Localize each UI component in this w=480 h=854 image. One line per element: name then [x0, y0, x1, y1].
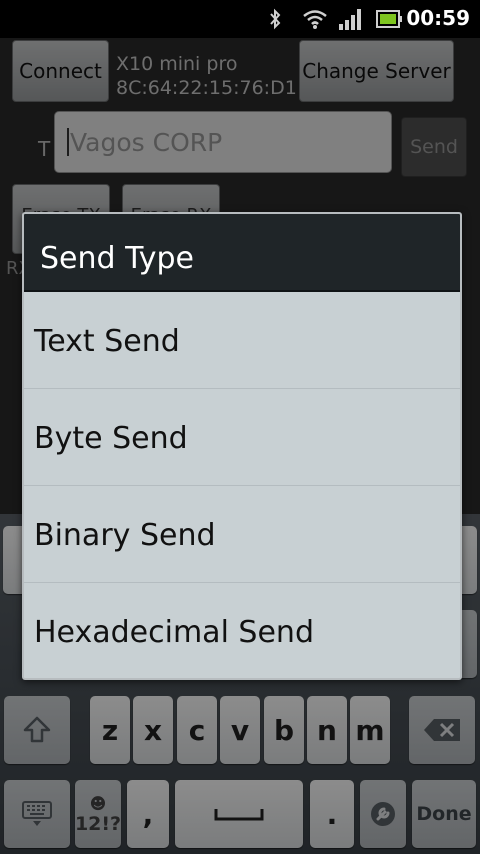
option-hexadecimal-send[interactable]: Hexadecimal Send — [24, 583, 460, 678]
send-type-dialog: Send Type Text Send Byte Send Binary Sen… — [22, 212, 462, 680]
option-text-send[interactable]: Text Send — [24, 292, 460, 389]
dialog-title: Send Type — [24, 214, 460, 292]
option-binary-send[interactable]: Binary Send — [24, 486, 460, 583]
clock: 00:59 — [406, 6, 470, 30]
battery-icon — [376, 10, 402, 28]
wifi-icon — [303, 10, 327, 29]
bluetooth-icon — [270, 8, 281, 30]
option-byte-send[interactable]: Byte Send — [24, 389, 460, 486]
signal-icon — [339, 9, 361, 30]
status-bar: 00:59 — [0, 0, 480, 38]
